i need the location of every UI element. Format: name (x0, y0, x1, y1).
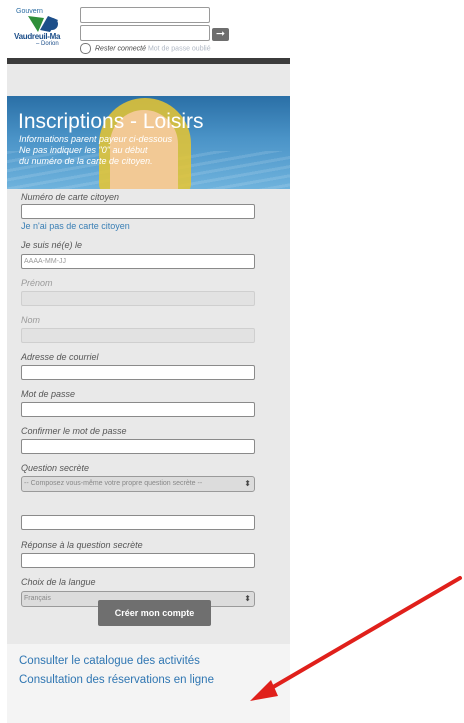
logo-top-text: Gouvern (16, 8, 43, 15)
email-input[interactable] (21, 365, 255, 380)
no-citizen-card-link[interactable]: Je n'ai pas de carte citoyen (21, 221, 130, 231)
birth-date-input[interactable]: AAAA-MM-JJ (21, 254, 255, 269)
lastname-label: Nom (21, 315, 41, 325)
arrow-right-icon: ➞ (215, 28, 226, 40)
birth-date-label: Je suis né(e) le (21, 240, 83, 250)
remember-me-checkbox[interactable] (80, 43, 91, 54)
firstname-input[interactable] (21, 291, 255, 306)
secret-question-select[interactable]: -- Composez vous-même votre propre quest… (21, 476, 255, 492)
banner-info-line: Informations parent payeur ci-dessous (19, 134, 173, 144)
remember-me-label: Rester connecté (95, 45, 146, 53)
secret-question-value: -- Composez vous-même votre propre quest… (24, 480, 203, 487)
secret-answer-label: Réponse à la question secrète (21, 540, 143, 550)
citizen-card-input[interactable] (21, 204, 255, 219)
banner-info: Informations parent payeur ci-dessous Ne… (19, 134, 172, 167)
secret-question-label: Question secrète (21, 463, 90, 473)
logo-sub-text: – Dorion (36, 41, 59, 47)
citizen-card-label: Numéro de carte citoyen (21, 192, 120, 202)
page-title: Inscriptions - Loisirs (18, 110, 204, 133)
annotation-arrow-shaft (266, 576, 462, 692)
lastname-input[interactable] (21, 328, 255, 343)
login-password-input[interactable] (80, 25, 210, 41)
login-submit-button[interactable]: ➞ (212, 28, 229, 41)
city-logo[interactable]: Gouvern Vaudreuil-Ma – Dorion (14, 6, 70, 47)
top-bar: Gouvern Vaudreuil-Ma – Dorion ➞ Rester c… (0, 0, 464, 60)
confirm-password-label: Confirmer le mot de passe (21, 426, 127, 436)
select-arrows-icon: ⬍ (244, 479, 251, 488)
banner-info-line: du numéro de la carte de citoyen. (19, 156, 153, 166)
password-label: Mot de passe (21, 389, 76, 399)
custom-secret-question-input[interactable] (21, 515, 255, 530)
online-reservations-link[interactable]: Consultation des réservations en ligne (19, 674, 214, 686)
banner-info-line: Ne pas indiquer les "0" au début (19, 145, 148, 155)
login-username-input[interactable] (80, 7, 210, 23)
language-label: Choix de la langue (21, 577, 96, 587)
activity-catalog-link[interactable]: Consulter le catalogue des activités (19, 655, 200, 667)
logo-main-text: Vaudreuil-Ma (14, 32, 61, 41)
email-label: Adresse de courriel (21, 352, 99, 362)
secret-answer-input[interactable] (21, 553, 255, 568)
remember-me-row: Rester connecté Mot de passe oublié (80, 43, 211, 54)
confirm-password-input[interactable] (21, 439, 255, 454)
header-strip (7, 58, 290, 64)
language-value: Français (24, 595, 51, 602)
select-arrows-icon: ⬍ (244, 594, 251, 603)
firstname-label: Prénom (21, 278, 53, 288)
create-account-button[interactable]: Créer mon compte (98, 600, 211, 626)
forgot-password-link[interactable]: Mot de passe oublié (148, 45, 211, 52)
password-input[interactable] (21, 402, 255, 417)
